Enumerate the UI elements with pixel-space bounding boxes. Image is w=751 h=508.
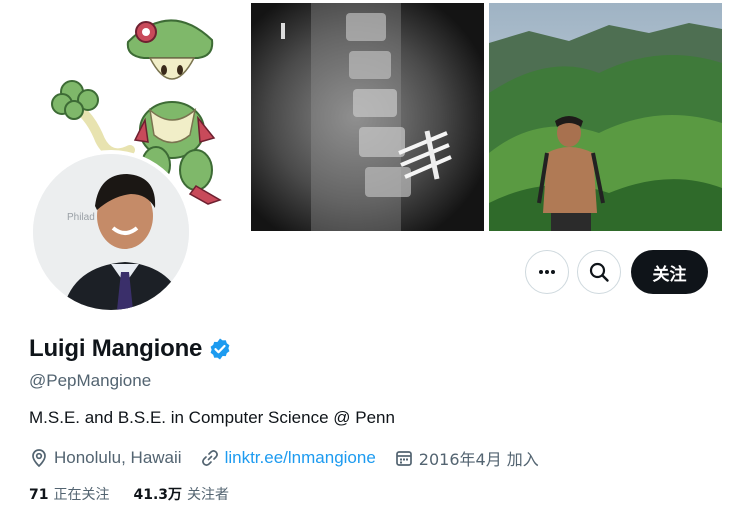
profile-link[interactable]: linktr.ee/lnmangione [225,448,376,468]
followers-count: 41.3万 [133,487,183,503]
mountain-photo [489,3,722,231]
more-icon [539,270,555,274]
profile-meta: Honolulu, Hawaii linktr.ee/lnmangione 20… [29,446,557,470]
avatar-photo: Philad Museu [33,154,189,310]
calendar-icon [395,451,412,466]
display-name: Luigi Mangione [29,335,203,362]
following-count: 71 [29,487,49,503]
link-item[interactable]: linktr.ee/lnmangione [200,448,376,468]
profile-page: Philad Museu 关注 Luigi Mangione [0,0,751,508]
search-profile-button[interactable] [577,250,621,294]
location-item: Honolulu, Hawaii [29,448,182,468]
xray-image[interactable] [251,3,484,231]
following-stat[interactable]: 71 正在关注 [29,484,109,504]
profile-photo: Philad Museu [33,154,189,310]
joined-text: 2016年4月 加入 [418,450,539,469]
avatar[interactable]: Philad Museu [29,150,193,314]
followers-stat[interactable]: 41.3万 关注者 [133,484,229,504]
spine-xray-image [251,3,484,231]
link-icon [201,450,218,466]
name-row: Luigi Mangione [29,335,232,363]
following-label: 正在关注 [53,487,110,503]
search-icon [589,262,609,282]
followers-label: 关注者 [187,487,230,503]
verified-badge-icon[interactable] [208,337,232,361]
location-pin-icon [32,449,46,468]
location-text: Honolulu, Hawaii [54,448,182,467]
hiking-photo[interactable] [489,3,722,231]
more-button[interactable] [525,250,569,294]
follow-button[interactable]: 关注 [631,250,708,294]
bio: M.S.E. and B.S.E. in Computer Science @ … [29,408,395,427]
follow-stats: 71 正在关注 41.3万 关注者 [29,484,253,504]
joined-item: 2016年4月 加入 [394,446,539,470]
handle: @PepMangione [29,371,152,390]
